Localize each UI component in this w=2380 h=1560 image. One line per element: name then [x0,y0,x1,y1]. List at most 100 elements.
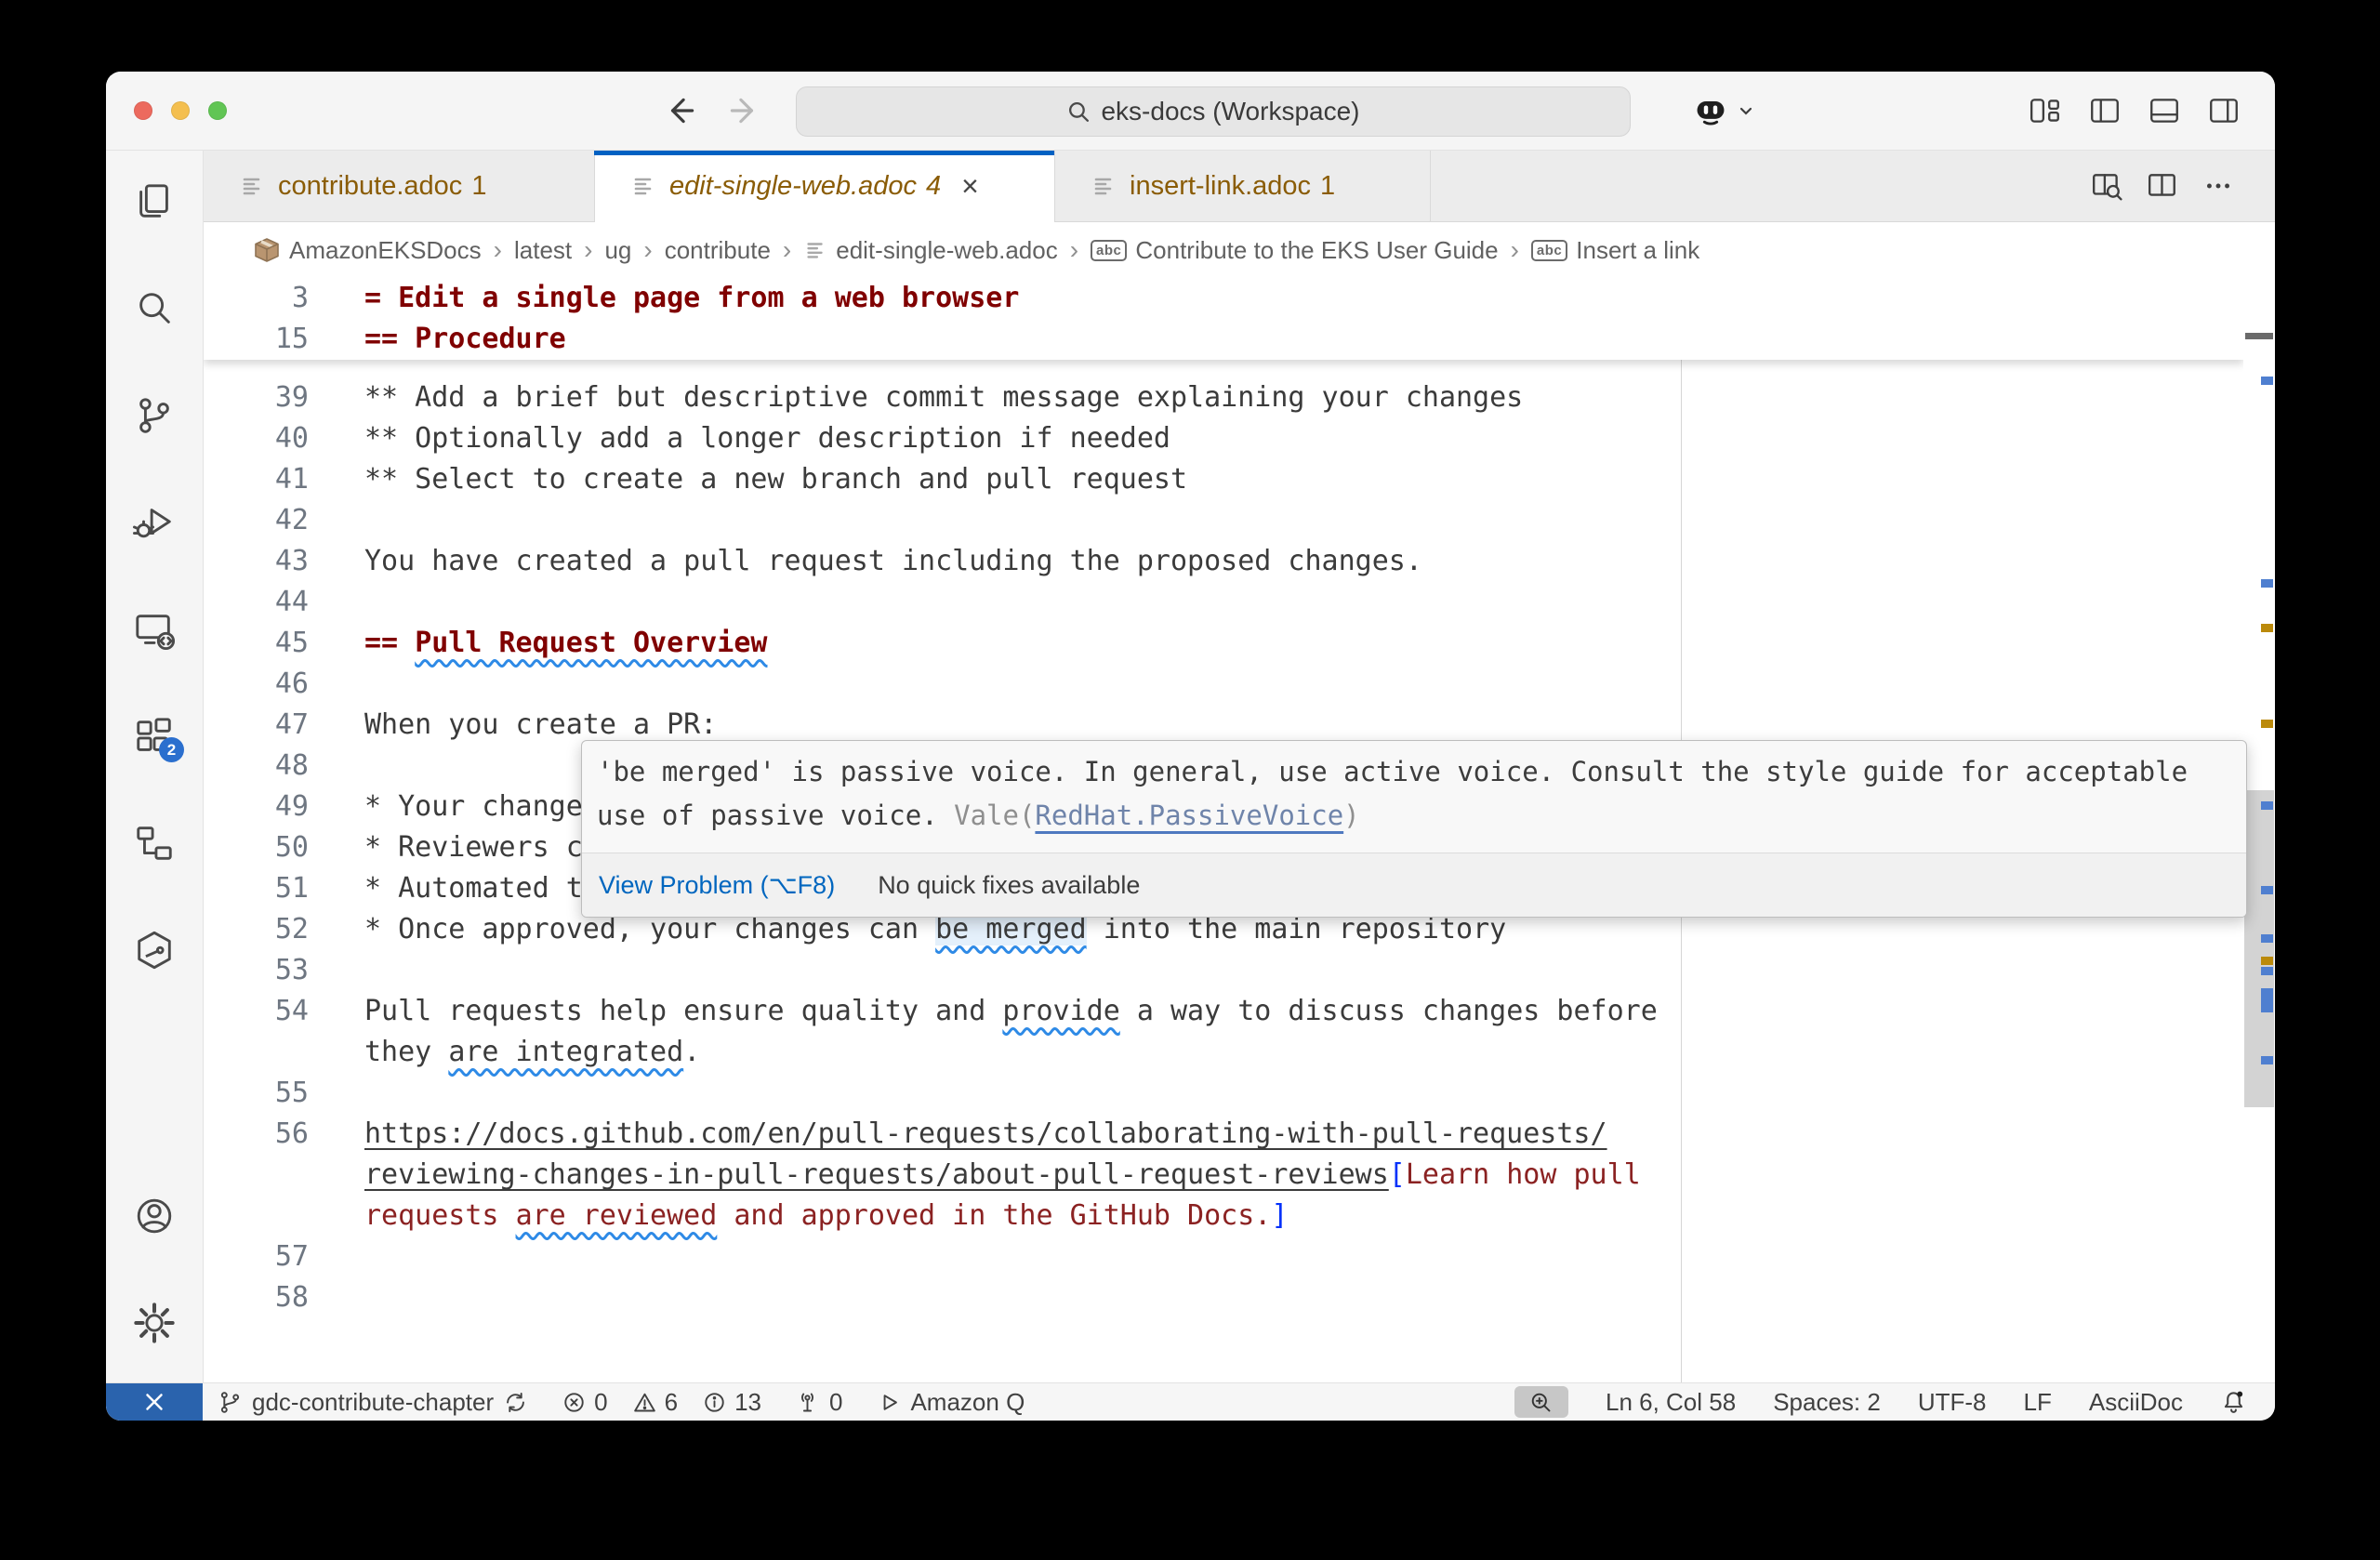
code-line[interactable]: 55 [204,1073,2243,1114]
status-bar: gdc-contribute-chapter 0 6 [106,1382,2275,1421]
account-icon[interactable] [132,1194,177,1238]
search-view-icon[interactable] [132,286,177,331]
code-text: Pull requests help ensure quality and pr… [364,991,1658,1032]
tab-edit-single-web-adoc[interactable]: edit-single-web.adoc 4 × [595,151,1055,221]
toggle-secondary-sidebar-icon[interactable] [2207,94,2241,127]
code-segment: a way to discuss changes before [1120,995,1658,1027]
overview-mark [2261,801,2273,810]
code-line[interactable]: 45== Pull Request Overview [204,623,2243,664]
cursor-position-item[interactable]: Ln 6, Col 58 [1606,1388,1736,1417]
explorer-icon[interactable] [132,179,177,224]
code-segment: Learn how pull [1406,1158,1641,1191]
code-line[interactable]: reviewing-changes-in-pull-requests/about… [204,1155,2243,1196]
open-preview-icon[interactable] [2091,170,2122,202]
info-icon [702,1390,727,1415]
close-window-button[interactable] [134,101,152,120]
code-line[interactable]: requests are reviewed and approved in th… [204,1196,2243,1236]
chevron-down-icon [1737,101,1755,120]
error-icon [562,1390,587,1415]
code-line[interactable]: 53 [204,950,2243,991]
tab-problem-count: 1 [471,171,486,202]
code-segment: requests [364,1199,516,1232]
minimize-window-button[interactable] [171,101,190,120]
breadcrumb-symbol[interactable]: abc Contribute to the EKS User Guide [1091,236,1499,265]
code-line[interactable]: 43 You have created a pull request includ… [204,541,2243,582]
hexagon-extension-icon[interactable] [132,928,177,972]
toggle-primary-sidebar-icon[interactable] [2088,94,2122,127]
code-segment: You have created a pull request includin… [364,545,1422,577]
ports-item[interactable]: 0 [795,1388,842,1417]
language-mode-item[interactable]: AsciiDoc [2089,1388,2183,1417]
back-icon[interactable] [664,93,699,128]
close-tab-icon[interactable]: × [961,171,979,201]
breadcrumb-workspace[interactable]: AmazonEKSDocs [253,236,482,265]
extensions-icon[interactable]: 2 [132,714,177,759]
customize-layout-icon[interactable] [2029,94,2062,127]
code-line[interactable]: 54Pull requests help ensure quality and … [204,991,2243,1032]
overview-mark [2261,886,2273,894]
breadcrumb-symbol[interactable]: abc Insert a link [1531,236,1699,265]
overview-mark [2261,1056,2273,1064]
breadcrumb-file[interactable]: edit-single-web.adoc [803,236,1057,265]
package-icon [253,236,281,264]
code-line[interactable]: 56https://docs.github.com/en/pull-reques… [204,1114,2243,1155]
code-text: https://docs.github.com/en/pull-requests… [364,1114,1607,1155]
tooltip-rule-link[interactable]: RedHat.PassiveVoice [1035,800,1343,831]
layout-controls [2029,72,2241,150]
breadcrumb-separator: › [584,235,592,265]
code-line[interactable]: 57 [204,1236,2243,1277]
sync-icon [503,1390,528,1415]
line-number: 43 [204,541,309,582]
notifications-bell-icon[interactable] [2220,1389,2247,1416]
code-editor[interactable]: 39** Add a brief but descriptive commit … [204,278,2275,1382]
adoc-file-icon [239,173,265,199]
more-actions-icon[interactable] [2202,170,2234,202]
toggle-panel-icon[interactable] [2148,94,2181,127]
zoom-window-button[interactable] [208,101,227,120]
code-line[interactable]: 42 [204,500,2243,541]
view-problem-link[interactable]: View Problem (⌥F8) [599,865,835,906]
tab-insert-link-adoc[interactable]: insert-link.adoc 1 [1055,151,1431,221]
remote-indicator[interactable] [106,1383,203,1421]
code-segment: ] [1271,1199,1288,1232]
code-line[interactable]: 46 [204,664,2243,705]
code-line[interactable]: 39** Add a brief but descriptive commit … [204,377,2243,418]
code-segment: https://docs.github.com/en/pull-requests… [364,1117,1607,1150]
amazon-q-item[interactable]: Amazon Q [876,1388,1025,1417]
tab-contribute-adoc[interactable]: contribute.adoc 1 [204,151,595,221]
overview-ruler[interactable] [2243,278,2275,1382]
settings-gear-icon[interactable] [132,1301,177,1345]
indentation-item[interactable]: Spaces: 2 [1773,1388,1881,1417]
sticky-line[interactable]: 3= Edit a single page from a web browser [204,278,2243,319]
code-line[interactable]: 58 [204,1277,2243,1318]
traffic-lights [134,101,227,120]
code-line[interactable]: 41** Select to create a new branch and p… [204,459,2243,500]
encoding-item[interactable]: UTF-8 [1918,1388,1987,1417]
hierarchy-view-icon[interactable] [132,821,177,866]
eol-item[interactable]: LF [2024,1388,2052,1417]
command-center-search[interactable]: eks-docs (Workspace) [796,86,1631,137]
git-branch-item[interactable]: gdc-contribute-chapter [218,1388,528,1417]
copilot-menu[interactable] [1692,86,1755,135]
code-segment: be merged [935,913,1087,945]
sticky-line[interactable]: 15== Procedure [204,319,2243,360]
forward-icon[interactable] [725,93,760,128]
remote-explorer-icon[interactable] [132,607,177,652]
zoom-indicator[interactable] [1514,1386,1568,1418]
run-debug-icon[interactable] [132,500,177,545]
problems-item[interactable]: 0 6 13 [562,1388,761,1417]
branch-name: gdc-contribute-chapter [252,1388,494,1417]
code-segment: * Reviewers c [364,831,583,864]
problem-hover-tooltip: 'be merged' is passive voice. In general… [581,740,2247,918]
breadcrumb-folder[interactable]: contribute [665,236,771,265]
code-line[interactable]: they are integrated. [204,1032,2243,1073]
breadcrumb-folder[interactable]: ug [604,236,631,265]
split-editor-icon[interactable] [2147,170,2178,202]
breadcrumb-label: contribute [665,236,771,265]
source-control-icon[interactable] [132,393,177,438]
breadcrumb-folder[interactable]: latest [514,236,572,265]
code-line[interactable]: 44 [204,582,2243,623]
code-segment: ** Optionally add a longer description i… [364,422,1170,455]
search-icon [1066,99,1091,125]
code-line[interactable]: 40** Optionally add a longer description… [204,418,2243,459]
